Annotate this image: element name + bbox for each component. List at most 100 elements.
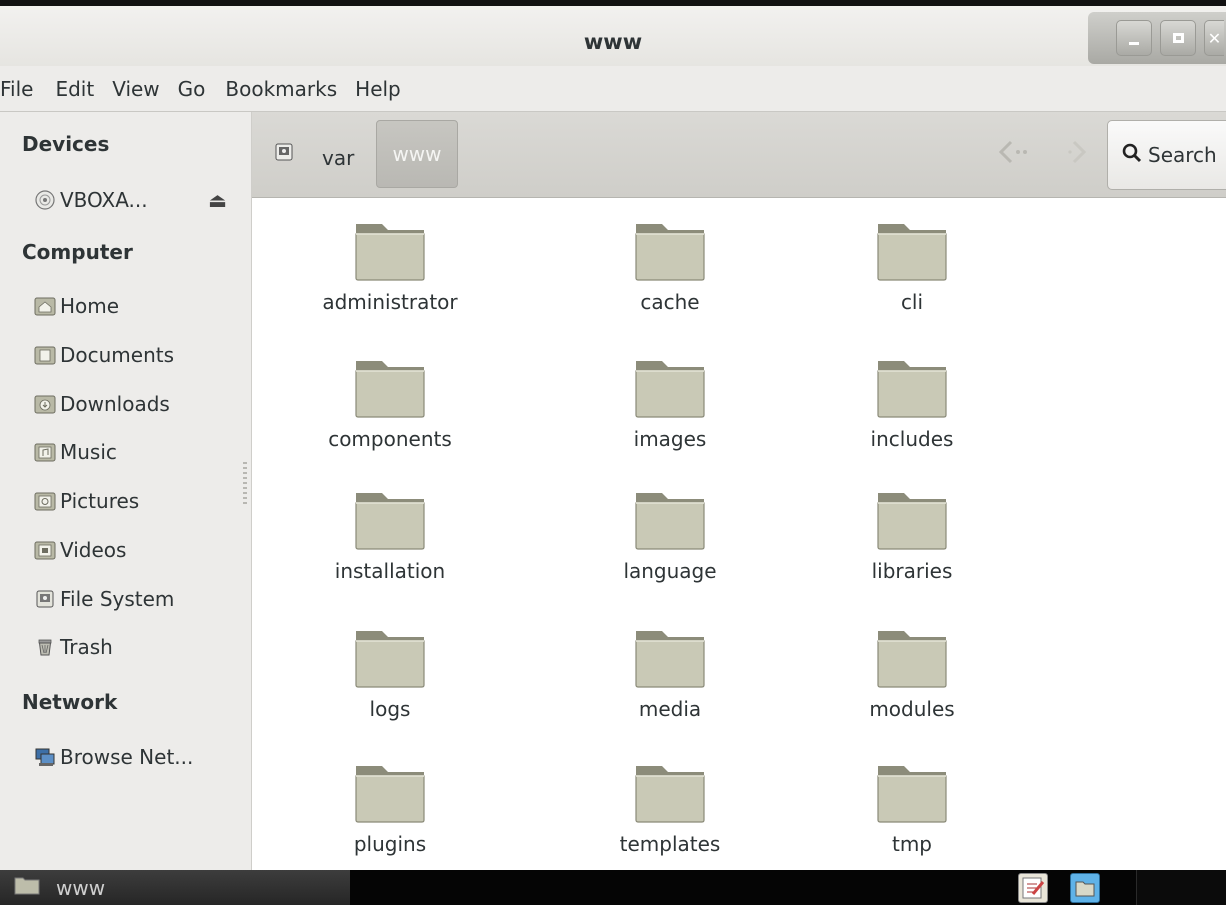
taskbar-window-label: www [56,875,106,900]
minimize-icon [1129,41,1139,45]
folder-item[interactable]: components [290,355,490,451]
folder-icon [635,224,705,281]
folder-label: templates [619,832,721,856]
folder-icon [635,766,705,823]
folder-item[interactable]: modules [812,625,1012,721]
folder-icon [877,361,947,418]
folder-label: components [328,427,452,451]
folder-icon [635,493,705,550]
file-manager-launcher-icon[interactable] [1070,873,1100,903]
sidebar-item-browse-network[interactable]: Browse Net... [34,737,241,777]
text-editor-launcher-icon[interactable] [1018,873,1048,903]
menu-view[interactable]: View [112,77,171,101]
folder-label: includes [870,427,954,451]
sidebar-heading-computer: Computer [22,240,133,264]
folder-item[interactable]: media [570,625,770,721]
sidebar-item-trash[interactable]: Trash [34,627,241,667]
folder-item[interactable]: tmp [812,760,1012,856]
folder-item[interactable]: cli [812,218,1012,314]
sidebar-item-label: Home [60,294,120,318]
menu-file[interactable]: File [0,77,45,101]
close-icon: ✕ [1207,28,1222,48]
folder-label: cache [640,290,700,314]
sidebar-item-videos[interactable]: Videos [34,530,241,570]
trash-icon [34,637,56,657]
folder-label: media [638,697,702,721]
sidebar-item-label: Downloads [60,392,170,416]
sidebar-item-vboxa[interactable]: VBOXA... ⏏ [34,180,241,220]
search-button[interactable]: Search [1107,120,1226,190]
folder-icon [355,766,425,823]
menu-bar: File Edit View Go Bookmarks Help [0,66,1226,112]
window-controls: ✕ [1088,12,1226,64]
sidebar-item-pictures[interactable]: Pictures [34,481,241,521]
folder-icon [877,493,947,550]
folder-item[interactable]: cache [570,218,770,314]
folder-label: libraries [871,559,953,583]
folder-item[interactable]: installation [290,487,490,583]
sidebar-heading-network: Network [22,690,118,714]
folder-item[interactable]: includes [812,355,1012,451]
menu-help[interactable]: Help [355,77,413,101]
home-folder-icon [34,296,56,316]
folder-item[interactable]: logs [290,625,490,721]
folder-label: installation [334,559,446,583]
folder-item[interactable]: images [570,355,770,451]
folder-label: modules [869,697,955,721]
menu-edit[interactable]: Edit [55,77,106,101]
search-icon [1122,143,1142,168]
location-toolbar: var www Search [252,112,1226,198]
forward-arrow-icon [1068,140,1087,164]
folder-label: cli [900,290,924,314]
folder-label: images [633,427,707,451]
network-icon [34,747,56,767]
filesystem-root-button[interactable] [274,142,296,164]
folder-item[interactable]: libraries [812,487,1012,583]
taskbar-tray [1136,870,1226,905]
sidebar-item-documents[interactable]: Documents [34,335,241,375]
minimize-button[interactable] [1116,20,1152,56]
close-button[interactable]: ✕ [1204,20,1224,56]
sidebar-item-label: File System [60,587,175,611]
maximize-button[interactable] [1160,20,1196,56]
folder-item[interactable]: administrator [290,218,490,314]
back-button[interactable] [997,138,1031,173]
sidebar-resize-grip[interactable] [243,462,247,504]
videos-folder-icon [34,540,56,560]
folder-item[interactable]: templates [570,760,770,856]
sidebar-item-downloads[interactable]: Downloads [34,384,241,424]
sidebar-item-home[interactable]: Home [34,286,241,326]
sidebar-item-label: Pictures [60,489,140,513]
sidebar-item-label: Music [60,440,117,464]
folder-icon [14,875,40,900]
documents-folder-icon [34,345,56,365]
folder-label: language [623,559,717,583]
eject-icon[interactable]: ⏏ [208,188,227,212]
maximize-icon [1172,33,1184,43]
menu-bookmarks[interactable]: Bookmarks [225,77,349,101]
music-folder-icon [34,442,56,462]
places-sidebar: Devices VBOXA... ⏏ Computer Home Documen… [0,112,252,870]
taskbar-window-button[interactable]: www [0,870,350,905]
sidebar-item-music[interactable]: Music [34,432,241,472]
pictures-folder-icon [34,491,56,511]
sidebar-item-label: Browse Net... [60,745,194,769]
sidebar-item-label: Documents [60,343,175,367]
sidebar-item-label: Videos [60,538,127,562]
folder-label: tmp [891,832,933,856]
folder-item[interactable]: plugins [290,760,490,856]
folder-label: plugins [353,832,427,856]
folder-icon [877,631,947,688]
back-arrow-icon [998,140,1027,164]
file-icon-view: administrator cache cli components images inc… [252,198,1226,870]
breadcrumb-www[interactable]: www [376,120,458,188]
folder-item[interactable]: language [570,487,770,583]
menu-go[interactable]: Go [178,77,218,101]
drive-icon [275,143,293,161]
folder-icon [355,631,425,688]
folder-icon [355,493,425,550]
forward-button[interactable] [1064,138,1090,173]
sidebar-item-label: Trash [60,635,113,659]
breadcrumb-var[interactable]: var [322,146,354,170]
sidebar-item-file-system[interactable]: File System [34,579,241,619]
